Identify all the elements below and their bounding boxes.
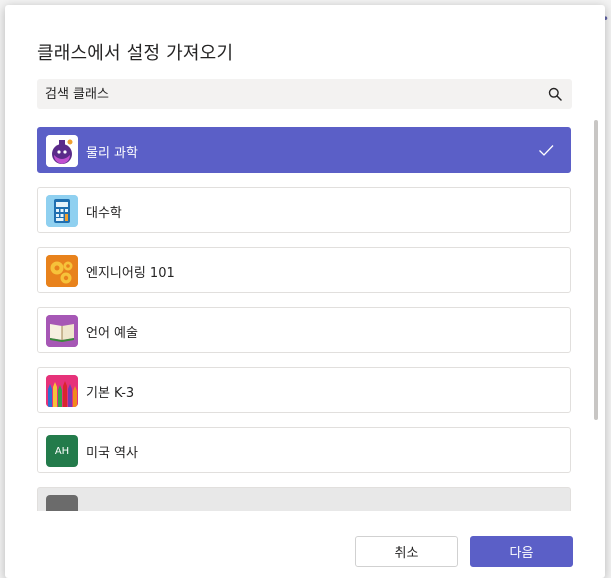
- class-item-algebra[interactable]: 대수학: [37, 187, 571, 233]
- check-icon: [539, 145, 554, 156]
- class-item-language-arts[interactable]: 언어 예술: [37, 307, 571, 353]
- list-scrollbar[interactable]: [594, 120, 598, 420]
- class-label: 기본 K-3: [86, 386, 135, 401]
- search-input[interactable]: [45, 83, 525, 105]
- class-label: 물리 과학: [86, 146, 138, 161]
- initials-icon: AH: [46, 435, 78, 467]
- placeholder-icon: [46, 495, 78, 511]
- class-label: 대수학: [86, 206, 122, 221]
- class-initials: AH: [54, 445, 70, 457]
- crayons-icon: [46, 375, 78, 407]
- gears-icon: [46, 255, 78, 287]
- import-settings-dialog: 클래스에서 설정 가져오기 물리 과학: [5, 5, 605, 578]
- search-box[interactable]: [37, 79, 572, 109]
- class-item-american-history[interactable]: AH 미국 역사: [37, 427, 571, 473]
- class-label: 엔지니어링 101: [86, 266, 175, 281]
- flask-icon: [46, 135, 78, 167]
- class-list[interactable]: 물리 과학 대수학 엔지니어링 101 언어 예술 기본 K-3 AH 미국 역…: [37, 127, 577, 511]
- class-item-basic-k3[interactable]: 기본 K-3: [37, 367, 571, 413]
- class-item-physical-science[interactable]: 물리 과학: [37, 127, 571, 173]
- class-item-partial[interactable]: [37, 487, 571, 511]
- next-button[interactable]: 다음: [470, 536, 573, 567]
- book-icon: [46, 315, 78, 347]
- calculator-icon: [46, 195, 78, 227]
- class-label: 미국 역사: [86, 446, 138, 461]
- cancel-button[interactable]: 취소: [355, 536, 458, 567]
- class-item-engineering[interactable]: 엔지니어링 101: [37, 247, 571, 293]
- class-label: 언어 예술: [86, 326, 138, 341]
- dialog-title: 클래스에서 설정 가져오기: [37, 43, 234, 64]
- search-icon[interactable]: [548, 87, 562, 101]
